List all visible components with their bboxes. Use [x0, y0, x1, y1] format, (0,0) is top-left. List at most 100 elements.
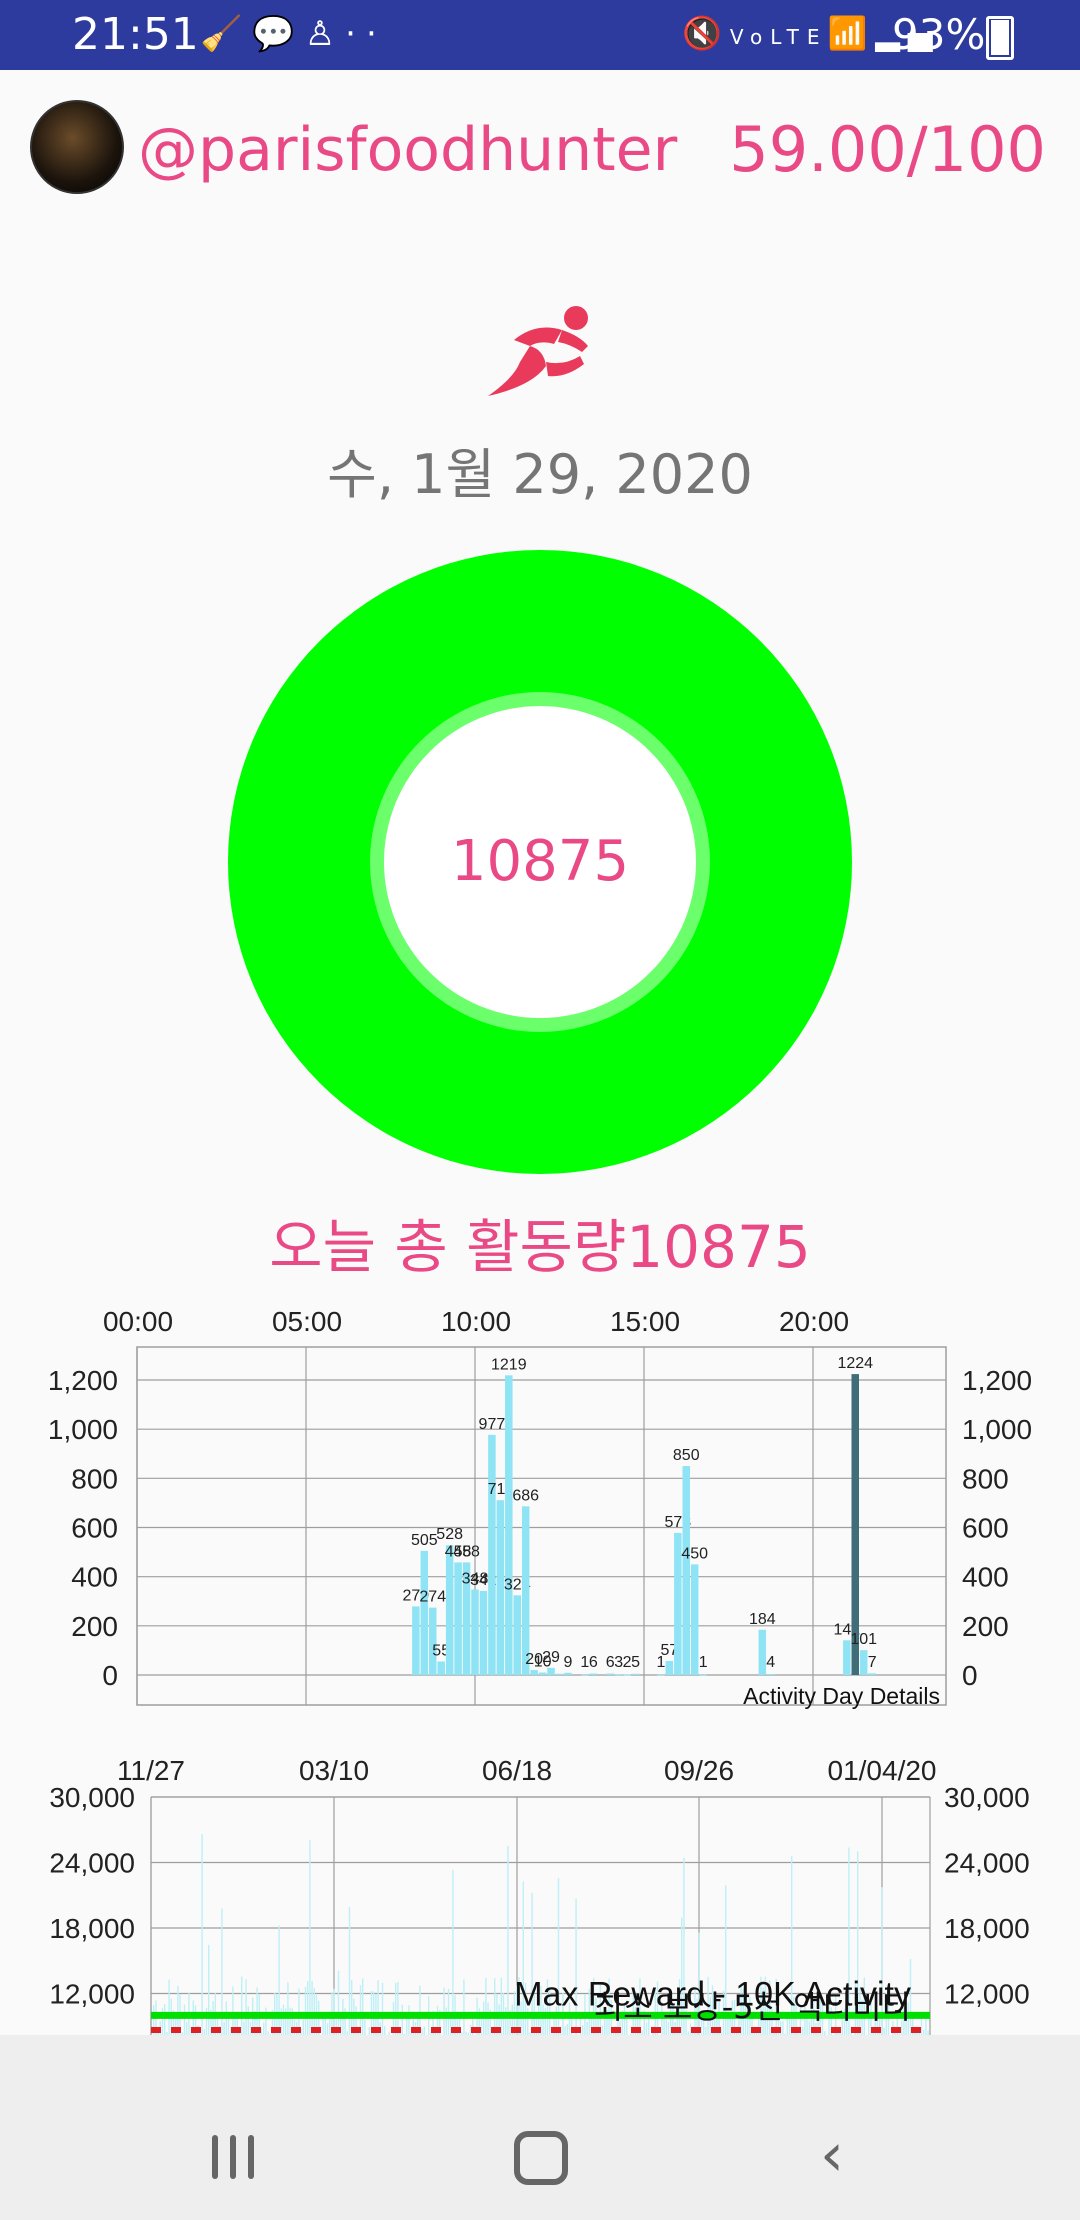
- history-bar: [401, 2004, 403, 2035]
- battery-percent: 93%: [892, 10, 986, 59]
- x-tick-label: 06/18: [482, 1755, 552, 1786]
- history-bar: [452, 1869, 454, 2035]
- history-bar: [287, 1982, 289, 2035]
- history-bar: [582, 2025, 584, 2035]
- history-bar: [223, 2021, 225, 2035]
- y-tick-label-right: 800: [962, 1463, 1009, 1494]
- y-tick-label-right: 1,200: [962, 1365, 1032, 1396]
- chart-bar: [513, 1595, 521, 1675]
- chart-bar: [758, 1629, 767, 1675]
- history-bar: [282, 2004, 285, 2035]
- chart-legend: Activity Day Details: [743, 1683, 940, 1709]
- history-bar: [566, 2024, 568, 2035]
- history-bar: [164, 2003, 166, 2035]
- y-tick-label-left: 600: [71, 1513, 118, 1544]
- history-bar: [183, 2004, 186, 2035]
- bar-value-label: 9: [563, 1654, 572, 1671]
- history-bar: [564, 2026, 566, 2035]
- day-activity-chart[interactable]: 00:00 05:00 10:00 15:00 20:00 0 0 200 200 400 400 6…: [0, 1290, 1080, 1720]
- bar-value-label: 458: [453, 1543, 480, 1560]
- y-tick-label-right: 24,000: [944, 1848, 1030, 1879]
- username[interactable]: @parisfoodhunter: [138, 110, 677, 190]
- chart-bar: [538, 1672, 547, 1675]
- chart-bar: [657, 1674, 665, 1676]
- x-tick-label: 05:00: [272, 1306, 342, 1337]
- history-bar: [289, 2007, 291, 2035]
- history-bar: [260, 2028, 263, 2035]
- chart-bar: [471, 1589, 479, 1675]
- x-tick-label: 03/10: [299, 1755, 369, 1786]
- history-bar: [263, 2022, 265, 2035]
- chart-bar: [690, 1564, 699, 1675]
- chart-bar: [767, 1674, 775, 1676]
- history-bar: [362, 1978, 364, 2035]
- chart-bar: [479, 1590, 488, 1675]
- bar-value-label: 1: [699, 1654, 708, 1671]
- bar-value-label: 1224: [837, 1355, 873, 1372]
- chart-bar: [521, 1506, 530, 1675]
- battery-icon: [986, 16, 1014, 60]
- chart-bar: [606, 1673, 614, 1675]
- history-bar: [245, 1979, 247, 2035]
- history-bar: [463, 1979, 465, 2035]
- bar-value-label: 528: [436, 1526, 463, 1543]
- chart-bar: [665, 1660, 674, 1675]
- x-tick-label: 20:00: [779, 1306, 849, 1337]
- more-icon: ··: [345, 14, 387, 54]
- y-tick-label-left: 18,000: [49, 1913, 135, 1944]
- chart-bar: [555, 1673, 564, 1675]
- history-bar: [186, 2021, 188, 2035]
- history-bar: [208, 1944, 210, 2035]
- history-bar: [485, 1977, 487, 2035]
- activity-ring-inner: 10875: [370, 692, 710, 1032]
- y-tick-label-left: 30,000: [49, 1782, 135, 1813]
- current-date: 수, 1월 29, 2020: [327, 443, 753, 506]
- history-bar: [302, 2019, 304, 2035]
- avatar[interactable]: [30, 100, 124, 194]
- history-bar: [445, 2007, 447, 2035]
- x-tick-label: 01/04/20: [828, 1755, 937, 1786]
- activity-ring-center: 10875: [384, 706, 696, 1018]
- chart-bar: [445, 1545, 454, 1675]
- bar-value-label: 850: [673, 1447, 700, 1464]
- activity-history-chart[interactable]: 11/2703/1006/1809/2601/04/206,0006,00012…: [0, 1740, 1080, 2035]
- back-icon[interactable]: ‹: [820, 2125, 844, 2185]
- history-bar: [377, 1980, 379, 2035]
- history-bar: [326, 2023, 329, 2035]
- history-bar: [309, 1840, 311, 2035]
- bar-value-label: 4: [766, 1654, 775, 1671]
- bar-value-label: 6: [589, 1654, 598, 1671]
- chart-bar: [581, 1674, 589, 1676]
- history-bar: [168, 1979, 170, 2035]
- bar-value-label: 5: [631, 1654, 640, 1671]
- volte-icon: VoLTE: [729, 25, 828, 49]
- y-tick-label-right: 30,000: [944, 1782, 1030, 1813]
- bar-value-label: 977: [479, 1416, 506, 1433]
- recent-apps-icon[interactable]: [212, 2135, 258, 2179]
- chart-bar: [623, 1674, 631, 1676]
- history-bar: [423, 2026, 425, 2035]
- bar-value-label: 686: [512, 1487, 539, 1504]
- history-bar: [421, 2028, 423, 2035]
- history-bar: [311, 1980, 313, 2035]
- history-bar: [243, 2021, 245, 2035]
- history-bar: [337, 1970, 340, 2035]
- battery-level: [991, 19, 1009, 55]
- history-bar: [201, 1834, 203, 2035]
- chart-bar: [868, 1673, 876, 1675]
- home-icon[interactable]: [514, 2131, 568, 2185]
- history-bar: [586, 2021, 588, 2035]
- total-activity: 오늘 총 활동량10875: [269, 1213, 811, 1281]
- notification-icons: 🧹💬♙··: [200, 14, 387, 54]
- bar-value-label: 450: [681, 1545, 708, 1562]
- score: 59.00/100: [729, 113, 1046, 186]
- history-bar: [500, 1977, 502, 2035]
- y-tick-label-right: 200: [962, 1611, 1009, 1642]
- chart-bar: [614, 1674, 623, 1676]
- history-bar: [505, 2007, 507, 2035]
- y-tick-label-right: 0: [962, 1660, 978, 1691]
- x-tick-label: 00:00: [103, 1306, 173, 1337]
- y-tick-label-left: 0: [102, 1660, 118, 1691]
- history-bar: [494, 1978, 496, 2035]
- chat-icon: 💬: [252, 14, 305, 54]
